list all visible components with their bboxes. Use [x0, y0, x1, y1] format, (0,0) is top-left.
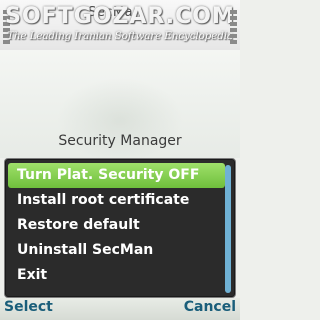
scrollbar[interactable]: [225, 165, 231, 293]
scroll-thumb[interactable]: [225, 165, 231, 293]
battery-icon: [230, 10, 237, 48]
menu-item-exit[interactable]: Exit: [8, 263, 225, 288]
select-softkey[interactable]: Select: [4, 299, 53, 315]
watermark-logo: SOFTGOZAR.COM: [5, 4, 235, 29]
menu-item-turn-security-off[interactable]: Turn Plat. Security OFF: [8, 163, 225, 188]
cancel-softkey[interactable]: Cancel: [184, 299, 236, 315]
menu-list: Turn Plat. Security OFF Install root cer…: [8, 163, 225, 288]
options-dialog: Turn Plat. Security OFF Install root cer…: [4, 158, 236, 298]
watermark-tagline: The Leading Iranian Software Encyclopedi…: [7, 30, 233, 42]
menu-item-uninstall-secman[interactable]: Uninstall SecMan: [8, 238, 225, 263]
status-area: SecMan SOFTGOZAR.COM The Leading Iranian…: [0, 0, 240, 50]
softkey-bar: Select Cancel: [0, 298, 240, 320]
dialog-title: Security Manager: [58, 133, 182, 149]
menu-item-install-root-certificate[interactable]: Install root certificate: [8, 188, 225, 213]
menu-item-restore-default[interactable]: Restore default: [8, 213, 225, 238]
